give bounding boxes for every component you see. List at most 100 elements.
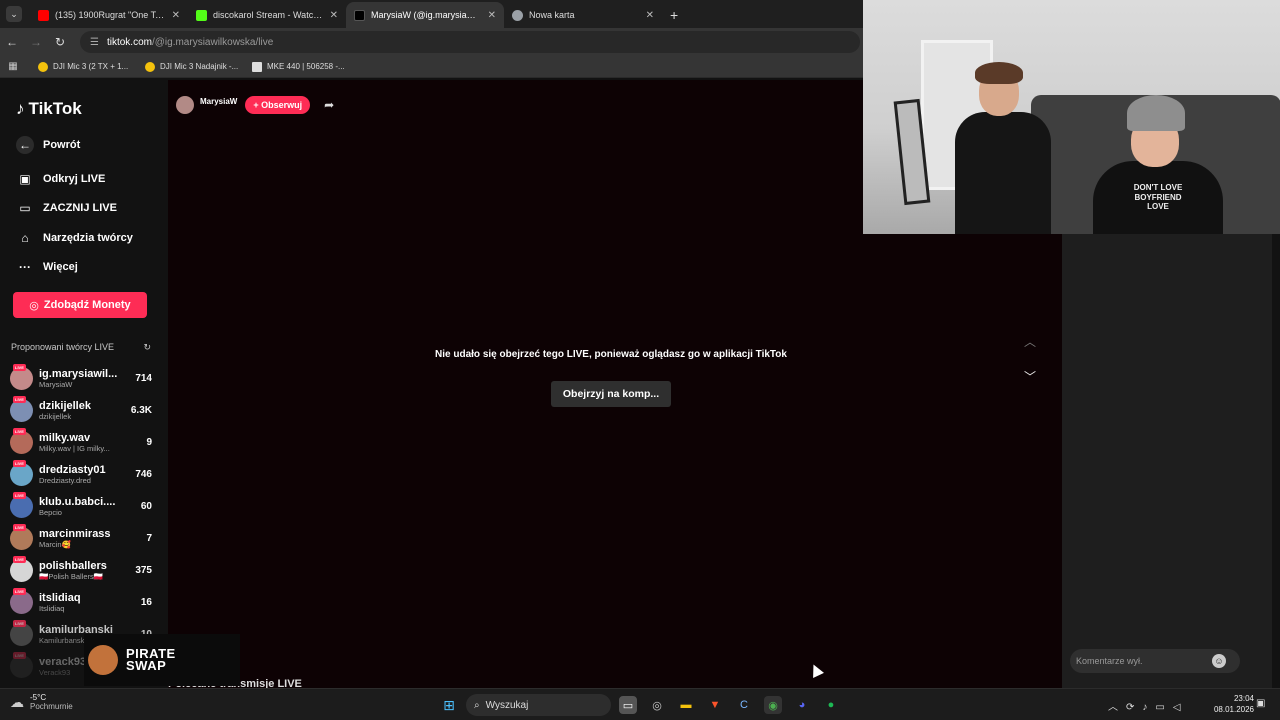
creator-list-item[interactable]: LIVE polishballers 🇵🇱Polish Ballers🇵🇱 375 [10, 555, 152, 584]
browser-tab-tiktok[interactable]: MarysiaW (@ig.marysiawilkows ✕ [346, 2, 504, 28]
close-icon[interactable]: ✕ [488, 10, 496, 21]
person-left [955, 60, 1051, 234]
close-icon[interactable]: ✕ [330, 10, 338, 21]
viewer-count: 7 [146, 532, 152, 544]
creator-list-item[interactable]: LIVE milky.wav Milky.wav | IG milky... 9 [10, 427, 152, 456]
get-coins-button[interactable]: ◎ Zdobądź Monety [13, 292, 147, 318]
bookmark-favicon-icon [38, 61, 48, 72]
bookmark-favicon-icon [145, 61, 155, 72]
nav-label: Narzędzia twórcy [43, 232, 133, 244]
avatar[interactable] [176, 96, 194, 114]
creator-list-item[interactable]: LIVE dredziasty01 Dredziasty.dred 746 [10, 459, 152, 488]
creator-name: itslidiaq [39, 591, 81, 604]
file-explorer-icon[interactable]: ▬ [677, 696, 695, 714]
tiktok-icon [354, 9, 365, 21]
refresh-icon[interactable]: ↻ [143, 342, 151, 353]
address-bar[interactable]: ☰ tiktok.com /@ig.marysiawilkowska/live [80, 31, 860, 53]
task-view-icon[interactable]: ▭ [619, 696, 637, 714]
nav-discover-live[interactable]: ▣ Odkryj LIVE [16, 170, 105, 188]
chrome-icon[interactable]: ◉ [764, 696, 782, 714]
live-badge: LIVE [13, 491, 26, 499]
creator-list-item[interactable]: LIVE dzikijellek dzikijellek 6.3K [10, 395, 152, 424]
temperature: -5°C [30, 693, 47, 702]
shirt-print: DON'T LOVE BOYFRIEND LOVE [1133, 183, 1183, 212]
calendar-live-icon: ▣ [19, 172, 31, 186]
nav-start-live[interactable]: ▭ ZACZNIJ LIVE [16, 199, 117, 217]
creator-list-item[interactable]: LIVE itslidiaq Itslidiaq 16 [10, 587, 152, 616]
person-right: DON'T LOVE BOYFRIEND LOVE [1093, 95, 1223, 234]
arrow-left-icon: ← [16, 136, 34, 154]
live-badge: LIVE [13, 651, 26, 659]
chat-panel: Komentarze wył. ☺ [1062, 234, 1272, 688]
nav-creator-tools[interactable]: ⌂ Narzędzia twórcy [16, 229, 133, 247]
pirate-mascot-icon [88, 645, 118, 675]
weather-widget[interactable]: ☁ -5°C Pochmurnie [10, 693, 73, 711]
nav-label: Więcej [43, 261, 78, 273]
viewer-count: 375 [135, 564, 152, 576]
close-icon[interactable]: ✕ [172, 10, 180, 21]
pirate-swap-logo: PIRATE SWAP [126, 646, 176, 673]
live-badge: LIVE [13, 459, 26, 467]
person-left-hair [975, 62, 1023, 84]
bookmark-dji-mic-3-nadajnik[interactable]: DJI Mic 3 Nadajnik -... [145, 61, 240, 72]
chevron-up-icon[interactable]: ︿ [1024, 333, 1036, 350]
tiktok-logo[interactable]: ♪ TikTok [16, 99, 82, 119]
viewer-count: 16 [140, 596, 152, 608]
new-tab-plus-icon[interactable]: + [670, 7, 678, 23]
bookmark-mke-440[interactable]: MKE 440 | 506258 -... [252, 61, 347, 72]
nav-more[interactable]: ··· Więcej [16, 258, 78, 276]
follow-button[interactable]: + Obserwuj [245, 96, 311, 114]
nav-back[interactable]: ← Powrót [16, 136, 80, 154]
taskbar-search[interactable]: ⌕ Wyszukaj [466, 694, 611, 716]
back-arrow-icon[interactable]: ← [0, 35, 24, 49]
tab-search-icon[interactable]: ⌄ [6, 6, 22, 22]
spotify-icon[interactable]: ● [822, 696, 840, 714]
coin-icon: ◎ [29, 299, 39, 312]
tab-title: discokarol Stream - Watch Live [213, 10, 324, 20]
button-label: Zdobądź Monety [43, 299, 131, 311]
avatar: LIVE [10, 491, 33, 518]
bookmark-dji-mic-3[interactable]: DJI Mic 3 (2 TX + 1... [38, 61, 133, 72]
viewer-count: 746 [135, 468, 152, 480]
bookmark-favicon-icon [252, 61, 262, 72]
reload-icon[interactable]: ↻ [48, 35, 72, 49]
live-badge: LIVE [13, 555, 26, 563]
bookmark-label: DJI Mic 3 (2 TX + 1... [53, 62, 129, 71]
ccleaner-icon[interactable]: C [735, 696, 753, 714]
search-label: Wyszukaj [485, 699, 529, 711]
creator-tools-icon: ⌂ [21, 231, 29, 245]
emoji-icon[interactable]: ☺ [1212, 654, 1226, 668]
close-icon[interactable]: ✕ [646, 10, 654, 21]
creator-list-item[interactable]: LIVE ig.marysiawil... MarysiaW 714 [10, 363, 152, 392]
system-tray[interactable]: ︿⟳♪▭◁ [1108, 698, 1189, 713]
kick-icon [196, 9, 207, 21]
person-right-hat [1127, 95, 1185, 131]
streamer-name[interactable]: MarysiaW [200, 97, 237, 106]
creator-name: ig.marysiawil... [39, 367, 118, 380]
chevron-down-icon[interactable]: ﹀ [1024, 368, 1036, 385]
suggested-creators-header: Proponowani twórcy LIVE ↻ [11, 342, 151, 353]
share-icon[interactable]: ➦ [324, 98, 334, 112]
more-dots-icon: ··· [19, 260, 31, 274]
watch-on-computer-button[interactable]: Obejrzyj na komp... [551, 381, 671, 407]
viewer-count: 714 [135, 372, 152, 384]
browser-tab-kick[interactable]: discokarol Stream - Watch Live ✕ [188, 2, 346, 28]
app-icon[interactable]: ◎ [648, 696, 666, 714]
forward-arrow-icon[interactable]: → [24, 35, 48, 49]
tab-title: (135) 1900Rugrat "One Take Fre [55, 10, 166, 20]
brave-icon[interactable]: ▼ [706, 696, 724, 714]
browser-tab-youtube[interactable]: (135) 1900Rugrat "One Take Fre ✕ [30, 2, 188, 28]
nav-label: Odkryj LIVE [43, 173, 106, 185]
weather-condition: Pochmurnie [30, 702, 73, 711]
apps-grid-icon[interactable]: ▦ [0, 61, 26, 72]
windows-start-icon[interactable]: ⊞ [440, 696, 458, 714]
taskbar-clock[interactable]: 23:04 08.01.2026 [1210, 694, 1254, 716]
creator-nickname: Marcin🥰 [39, 539, 71, 549]
bookmark-label: MKE 440 | 506258 -... [267, 62, 345, 71]
creator-list-item[interactable]: LIVE klub.u.babci.... Bepcio 60 [10, 491, 152, 520]
discord-icon[interactable]: ◕ [793, 696, 811, 714]
browser-tab-new[interactable]: Nowa karta ✕ [504, 2, 662, 28]
creator-list-item[interactable]: LIVE marcinmirass Marcin🥰 7 [10, 523, 152, 552]
notification-icon[interactable]: ▣ [1256, 698, 1265, 709]
site-info-icon[interactable]: ☰ [90, 37, 99, 48]
